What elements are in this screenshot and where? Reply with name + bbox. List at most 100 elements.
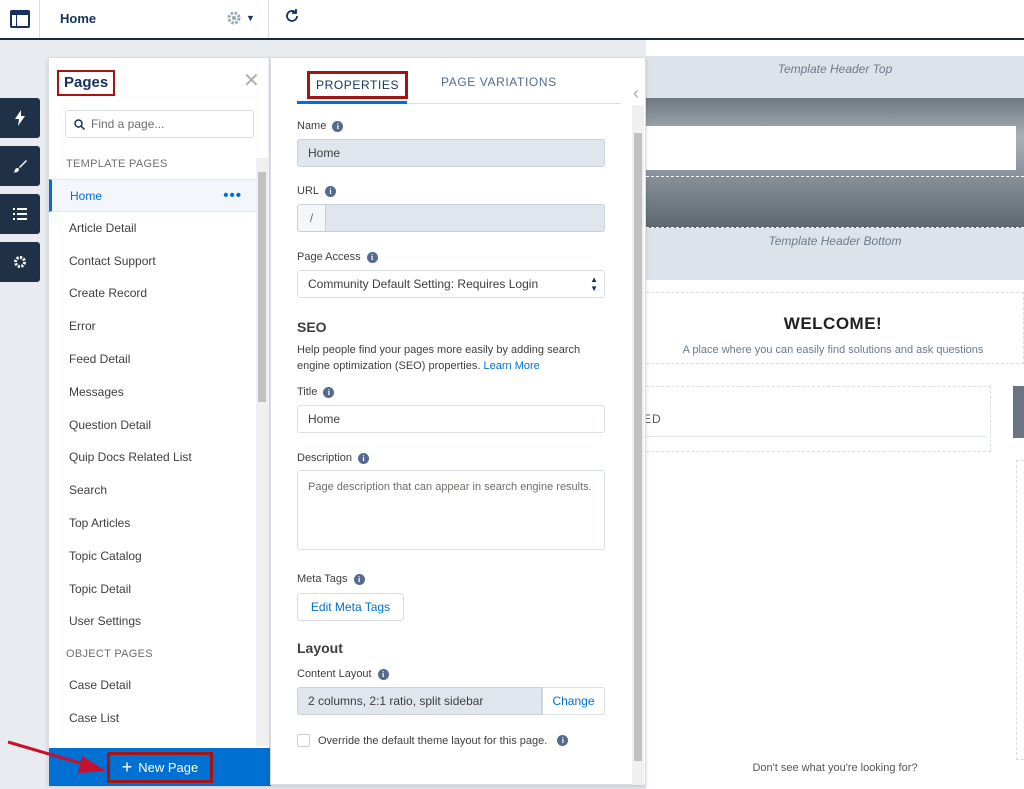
scrollbar-thumb[interactable] — [258, 172, 266, 402]
override-checkbox[interactable] — [297, 734, 310, 747]
page-item[interactable]: Feed Detail — [49, 343, 256, 376]
pages-panel: Pages ✕ Find a page... TEMPLATE PAGES Ho… — [48, 57, 271, 786]
chevron-down-icon: ▼ — [246, 13, 255, 23]
info-icon[interactable]: i — [366, 251, 378, 263]
page-item[interactable]: Contact Support — [49, 245, 256, 278]
edit-meta-tags-button[interactable]: Edit Meta Tags — [297, 593, 404, 621]
active-tab-indicator — [297, 101, 407, 104]
select-arrows-icon: ▲ ▼ — [590, 275, 598, 293]
info-icon[interactable]: i — [332, 120, 344, 132]
pages-panel-title: Pages — [57, 70, 116, 96]
chevron-left-icon[interactable]: ‹ — [633, 83, 639, 104]
app-launcher-button[interactable] — [0, 0, 40, 38]
tab-bar: PROPERTIES PAGE VARIATIONS ‹ — [297, 68, 639, 104]
components-button[interactable] — [0, 98, 40, 138]
header-search-region — [646, 126, 1016, 170]
page-item-label: Home — [70, 189, 103, 203]
theme-button[interactable] — [0, 146, 40, 186]
label-text: Meta Tags — [297, 573, 348, 585]
change-layout-button[interactable]: Change — [542, 687, 605, 715]
template-page-list: Home ••• Article Detail Contact Support C… — [49, 179, 256, 638]
page-item-home[interactable]: Home ••• — [49, 179, 256, 212]
page-item[interactable]: Top Articles — [49, 507, 256, 540]
tab-page-variations[interactable]: PAGE VARIATIONS — [441, 75, 557, 89]
properties-scrollbar[interactable] — [632, 105, 644, 785]
refresh-button[interactable] — [284, 8, 302, 26]
override-label: Override the default theme layout for th… — [318, 734, 548, 747]
description-label: Description i — [297, 452, 370, 464]
divider — [646, 436, 986, 437]
info-icon[interactable]: i — [377, 668, 389, 680]
page-preview: Template Header Top Template Header Bott… — [634, 40, 1024, 789]
scrollbar-thumb[interactable] — [634, 133, 642, 761]
page-settings-menu[interactable]: ▼ — [226, 9, 256, 27]
welcome-subtitle: A place where you can easily find soluti… — [682, 344, 984, 356]
info-icon[interactable]: i — [353, 573, 365, 585]
template-header-top[interactable]: Template Header Top — [646, 56, 1024, 98]
page-list-scrollbar[interactable] — [256, 158, 268, 746]
page-search-input[interactable]: Find a page... — [65, 110, 254, 138]
plus-icon: + — [121, 757, 133, 777]
template-header-bottom[interactable]: Template Header Bottom — [646, 228, 1024, 280]
page-access-label: Page Access i — [297, 251, 378, 263]
name-field[interactable]: Home — [297, 139, 605, 167]
search-placeholder: Find a page... — [91, 117, 165, 131]
gear-icon — [14, 256, 26, 268]
welcome-heading: WELCOME! — [783, 314, 883, 333]
header-region — [646, 176, 1024, 228]
close-icon[interactable]: ✕ — [243, 71, 260, 91]
label-text: Content Layout — [297, 668, 372, 680]
seo-help-text: Help people find your pages more easily … — [297, 342, 597, 374]
search-icon — [74, 118, 85, 130]
page-item[interactable]: Quip Docs Related List — [49, 441, 256, 474]
list-icon — [13, 208, 27, 220]
label-text: Page Access — [297, 251, 361, 263]
tab-properties[interactable]: PROPERTIES — [307, 71, 409, 99]
page-item[interactable]: Topic Catalog — [49, 540, 256, 573]
page-item[interactable]: Search — [49, 474, 256, 507]
current-page-title[interactable]: Home — [60, 11, 96, 26]
page-item[interactable]: User Settings — [49, 605, 256, 638]
sidebar-tab — [1013, 386, 1024, 438]
page-access-select[interactable]: Community Default Setting: Requires Logi… — [297, 270, 605, 298]
settings-button[interactable] — [0, 242, 40, 282]
page-item[interactable]: Create Record — [49, 277, 256, 310]
title-field[interactable]: Home — [297, 405, 605, 433]
select-value: Community Default Setting: Requires Logi… — [308, 277, 539, 291]
name-label: Name i — [297, 120, 344, 132]
info-icon[interactable]: i — [358, 452, 370, 464]
layout-icon — [9, 10, 30, 28]
page-item[interactable]: Case Detail — [49, 669, 256, 702]
page-structure-button[interactable] — [0, 194, 40, 234]
top-bar: Home ▼ — [0, 0, 1024, 40]
brush-icon — [13, 160, 27, 173]
url-prefix: / — [297, 204, 326, 232]
object-pages-header: OBJECT PAGES — [66, 648, 153, 660]
url-label: URL i — [297, 185, 337, 197]
url-field[interactable] — [326, 204, 605, 232]
more-actions-icon[interactable]: ••• — [223, 180, 242, 213]
layout-heading: Layout — [297, 640, 343, 656]
template-pages-header: TEMPLATE PAGES — [66, 158, 168, 170]
feed-region — [646, 386, 991, 452]
object-page-list: Case Detail Case List — [49, 669, 256, 735]
description-textarea[interactable]: Page description that can appear in sear… — [297, 470, 605, 550]
new-page-label: New Page — [138, 759, 199, 775]
page-item[interactable]: Case List — [49, 702, 256, 735]
learn-more-link[interactable]: Learn More — [484, 360, 540, 372]
new-page-button[interactable]: + New Page — [106, 751, 214, 783]
info-icon[interactable]: i — [325, 185, 337, 197]
page-item[interactable]: Messages — [49, 376, 256, 409]
seo-heading: SEO — [297, 319, 327, 335]
info-icon[interactable]: i — [557, 735, 569, 746]
divider — [268, 0, 269, 38]
page-item[interactable]: Question Detail — [49, 409, 256, 442]
sidebar-region — [1016, 460, 1024, 760]
gear-icon — [227, 11, 241, 25]
annotation-arrow — [8, 740, 106, 773]
info-icon[interactable]: i — [323, 386, 335, 398]
page-item[interactable]: Error — [49, 310, 256, 343]
page-item[interactable]: Article Detail — [49, 212, 256, 245]
page-item[interactable]: Topic Detail — [49, 573, 256, 606]
label-text: Name — [297, 120, 327, 132]
